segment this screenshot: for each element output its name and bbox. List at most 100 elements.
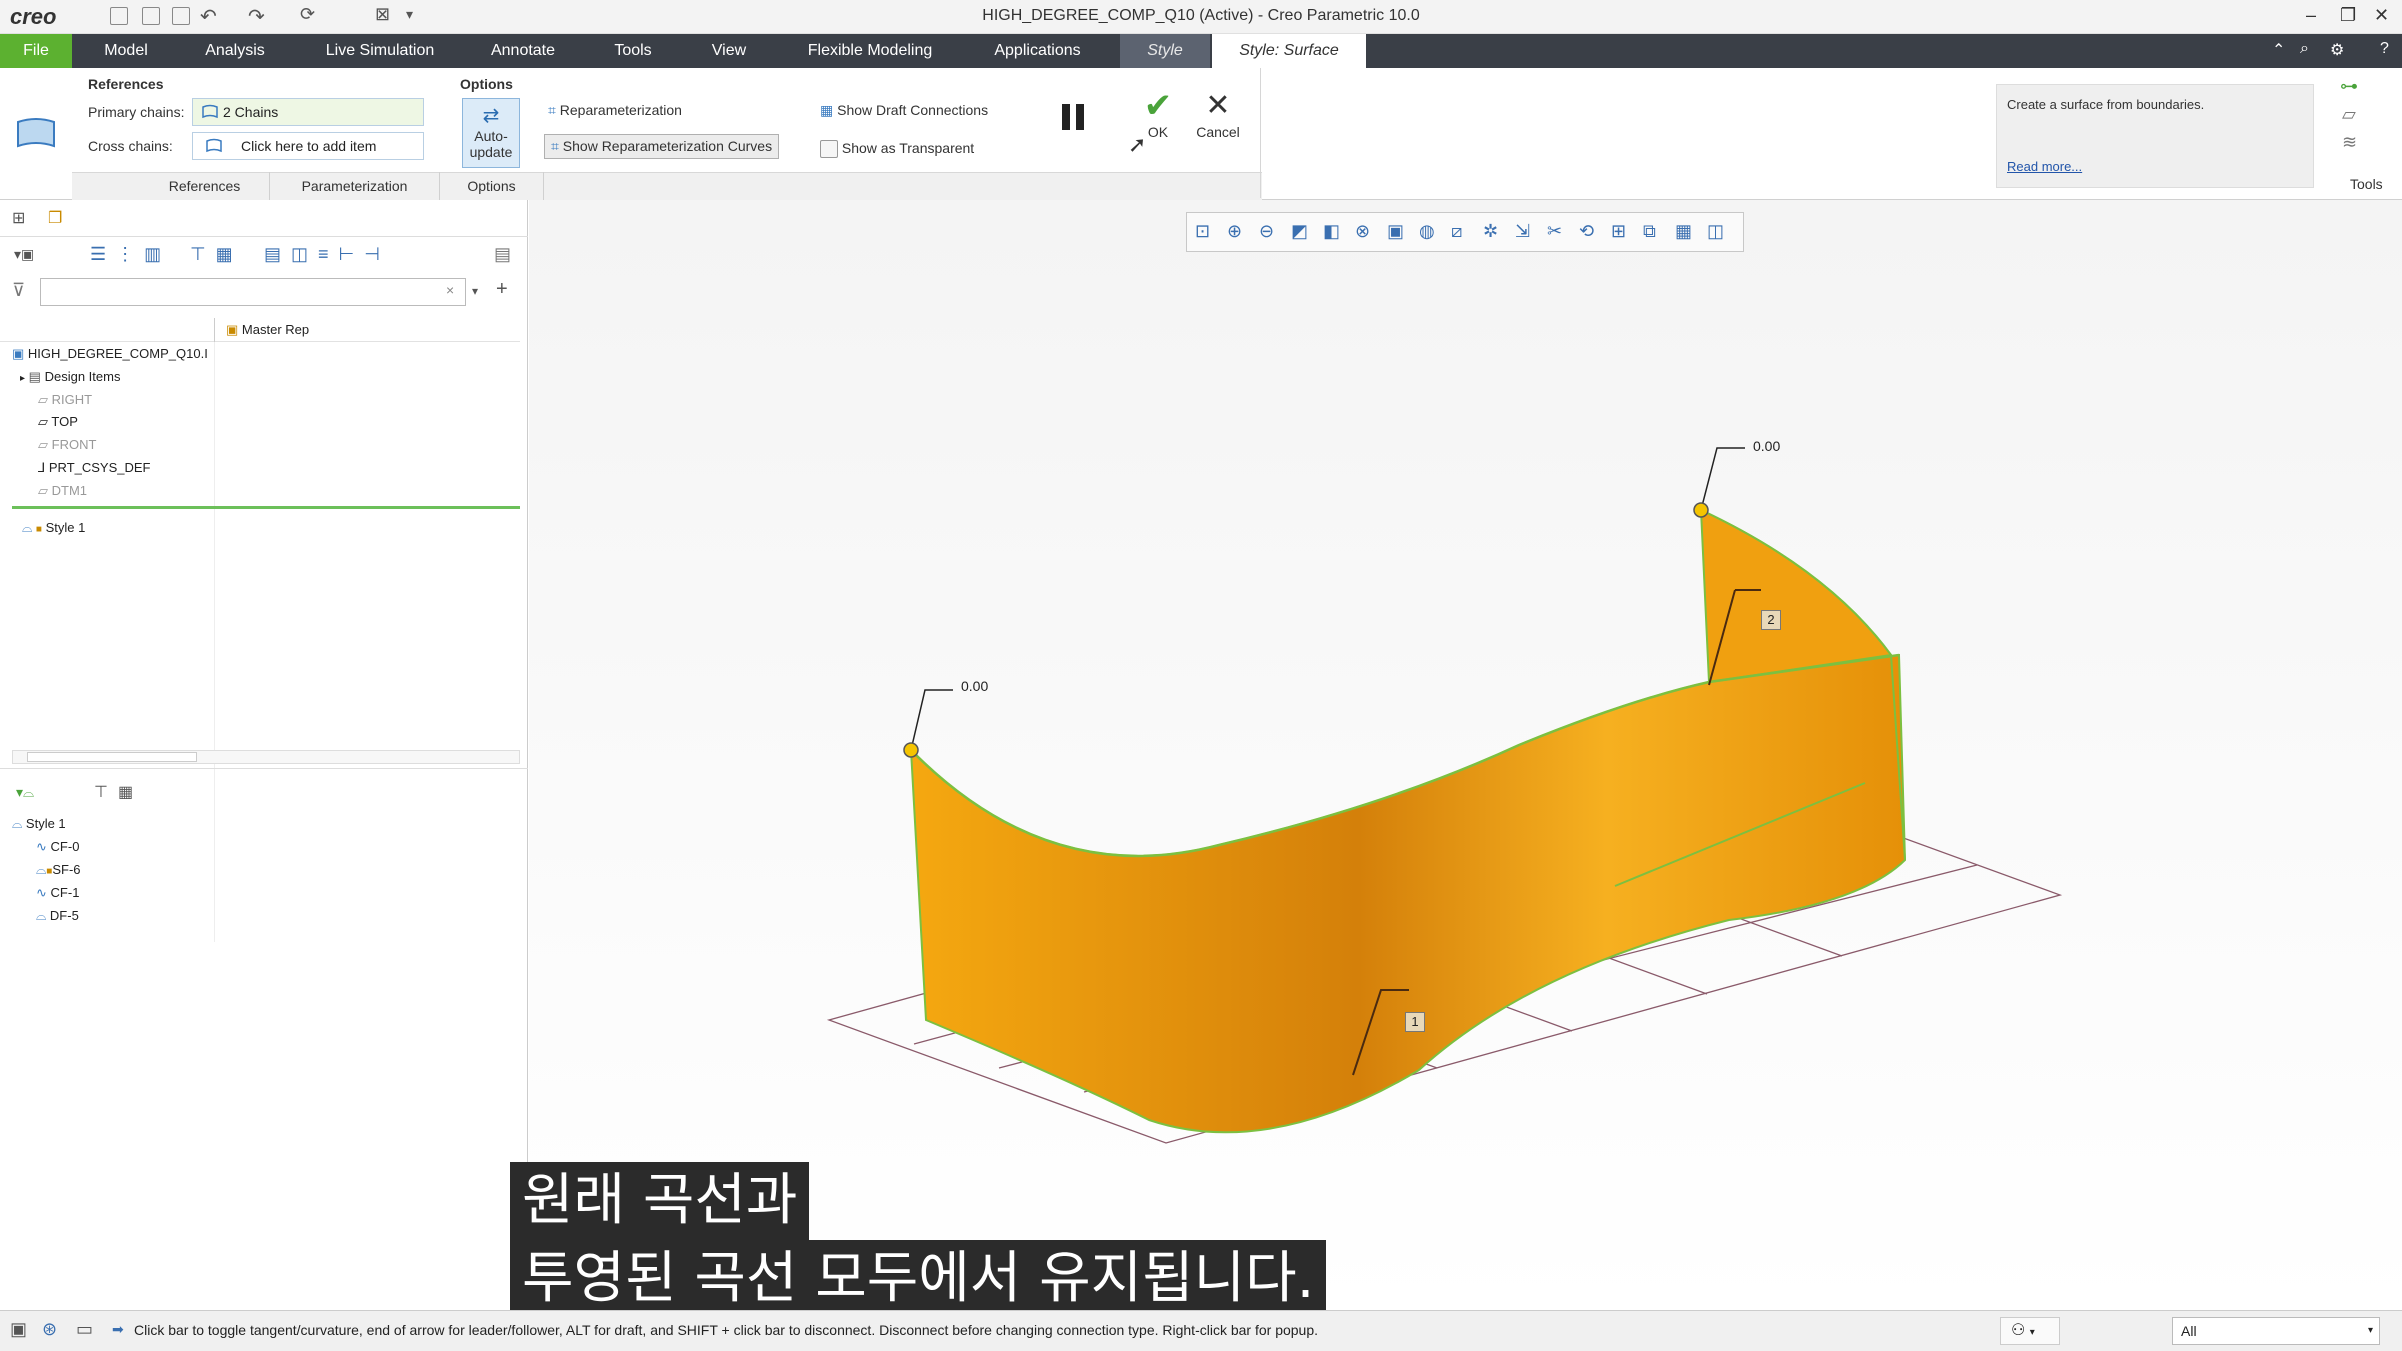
endpoint-handle[interactable]: [903, 742, 919, 758]
tab-tools[interactable]: Tools: [598, 34, 668, 68]
dimension-left[interactable]: 0.00: [961, 678, 988, 694]
tab-style-surface[interactable]: Style: Surface: [1212, 34, 1366, 68]
show-transparent-button[interactable]: Show as Transparent: [820, 140, 974, 159]
tab-live-simulation[interactable]: Live Simulation: [310, 34, 450, 68]
tool-icon-3[interactable]: ≋: [2342, 132, 2357, 153]
scrollbar-thumb[interactable]: [27, 752, 197, 762]
master-rep-column[interactable]: ▣ Master Rep: [226, 322, 309, 338]
tree-item-right[interactable]: ▱ RIGHT: [38, 392, 92, 408]
datum-display-icon[interactable]: ✲: [1483, 221, 1505, 243]
browser-icon[interactable]: ▭: [76, 1319, 93, 1340]
pause-button[interactable]: [1040, 90, 1100, 150]
orient-icon[interactable]: ◫: [1707, 221, 1729, 243]
options-heading: Options: [460, 76, 513, 92]
tab-view[interactable]: View: [694, 34, 764, 68]
horizontal-scrollbar[interactable]: [12, 750, 520, 764]
filter-select[interactable]: All ▾: [2172, 1317, 2380, 1345]
tool-icon-1[interactable]: ⊶: [2340, 76, 2358, 97]
display-style-icon[interactable]: ◧: [1323, 221, 1345, 243]
reparameterization-button[interactable]: ⌗ Reparameterization: [548, 102, 682, 119]
surface-back-wall[interactable]: [1699, 508, 1893, 684]
style-tree-item-cf0[interactable]: ∿ CF-0: [36, 839, 79, 855]
endpoint-handle[interactable]: [1693, 502, 1709, 518]
tab-annotate[interactable]: Annotate: [478, 34, 568, 68]
tab-flexible-modeling[interactable]: Flexible Modeling: [790, 34, 950, 68]
footer-tab-references[interactable]: References: [140, 172, 270, 200]
tree-item-front[interactable]: ▱ FRONT: [38, 437, 96, 453]
grid-icon[interactable]: ⊞: [1611, 221, 1633, 243]
perspective-icon[interactable]: ◍: [1419, 221, 1441, 243]
spin-center-icon[interactable]: ⟲: [1579, 221, 1601, 243]
graphics-window[interactable]: 0.00 0.00 2 1: [529, 200, 2402, 1310]
style-tree-item-df5[interactable]: ⌓ DF-5: [36, 908, 79, 924]
expand-icon[interactable]: ▸: [20, 373, 25, 384]
selection-filter-button[interactable]: ⚇ ▾: [2000, 1317, 2060, 1345]
navigator-icon[interactable]: ⊛: [42, 1319, 57, 1340]
tree-item-style1[interactable]: ⌓ ■ Style 1: [22, 520, 85, 536]
help-icon[interactable]: ?: [2380, 40, 2389, 58]
model-viewport[interactable]: [529, 200, 2402, 1310]
cancel-button[interactable]: ✕ Cancel: [1190, 88, 1246, 140]
zoom-out-icon[interactable]: ⊖: [1259, 221, 1281, 243]
read-more-link[interactable]: Read more...: [2007, 159, 2082, 174]
tree-filter-icons[interactable]: ⊤▦: [190, 244, 243, 265]
status-toggle-icon[interactable]: ▣: [10, 1319, 27, 1340]
tree-settings-icon[interactable]: ▾▣: [14, 246, 34, 263]
tree-search-input[interactable]: [40, 278, 466, 306]
connection-tag-1[interactable]: 1: [1405, 1012, 1425, 1032]
tree-item-top[interactable]: ▱ TOP: [38, 414, 78, 430]
transparent-checkbox[interactable]: [820, 140, 838, 159]
style-tree-filter-icons[interactable]: ⊤▦: [94, 782, 143, 802]
tab-style[interactable]: Style: [1120, 34, 1210, 68]
style-tree-icon[interactable]: ▾⌓: [16, 784, 34, 801]
model-tree-tab-icon[interactable]: ⊞: [12, 208, 25, 228]
view-manager-icon[interactable]: ▣: [1387, 221, 1409, 243]
dropdown-icon: ▾: [2029, 1327, 2035, 1338]
minimize-icon[interactable]: –: [2306, 5, 2316, 26]
tree-view-icons[interactable]: ▤◫≡⊢⊣: [264, 244, 390, 265]
search-dropdown-icon[interactable]: ▾: [472, 284, 478, 298]
tab-model[interactable]: Model: [86, 34, 166, 68]
tab-applications[interactable]: Applications: [975, 34, 1100, 68]
tool-icon-2[interactable]: ▱: [2342, 104, 2356, 125]
tree-display-icons[interactable]: ☰⋮▥: [90, 244, 171, 265]
saved-views-icon[interactable]: ⊗: [1355, 221, 1377, 243]
active-plane-icon[interactable]: ⧉: [1643, 221, 1665, 243]
folder-browser-tab-icon[interactable]: ❐: [48, 208, 62, 228]
section-icon[interactable]: ⧄: [1451, 221, 1473, 243]
show-draft-connections-button[interactable]: ▦ Show Draft Connections: [820, 102, 988, 119]
insert-here-marker[interactable]: [12, 506, 520, 509]
show-reparameterization-curves-button[interactable]: ⌗ Show Reparameterization Curves: [544, 134, 780, 159]
cross-chains-field[interactable]: Click here to add item: [192, 132, 424, 160]
style-tree-item-cf1[interactable]: ∿ CF-1: [36, 885, 79, 901]
curve-display-icon[interactable]: ✂: [1547, 221, 1569, 243]
tree-item-design-items[interactable]: ▸ ▤ Design Items: [20, 369, 120, 385]
search-icon[interactable]: ⌕: [2300, 40, 2309, 58]
primary-chains-field[interactable]: 2 Chains: [192, 98, 424, 126]
tab-analysis[interactable]: Analysis: [190, 34, 280, 68]
refit-icon[interactable]: ⊡: [1195, 221, 1217, 243]
tree-item-dtm1[interactable]: ▱ DTM1: [38, 483, 87, 499]
zoom-in-icon[interactable]: ⊕: [1227, 221, 1249, 243]
add-column-icon[interactable]: +: [496, 278, 508, 301]
footer-tab-parameterization[interactable]: Parameterization: [270, 172, 440, 200]
annotation-display-icon[interactable]: ⇲: [1515, 221, 1537, 243]
tree-item-csys[interactable]: ⅃ PRT_CSYS_DEF: [38, 460, 151, 476]
tree-notes-icon[interactable]: ▤: [494, 244, 511, 265]
clear-search-icon[interactable]: ×: [446, 282, 454, 298]
style-tree-item-sf6[interactable]: ⌓■SF-6: [36, 862, 81, 878]
restore-icon[interactable]: ❐: [2340, 5, 2356, 26]
settings-icon[interactable]: ⚙: [2330, 40, 2344, 60]
close-icon[interactable]: ✕: [2374, 5, 2389, 26]
tree-root[interactable]: ▣ HIGH_DEGREE_COMP_Q10.I: [12, 346, 208, 362]
footer-tab-options[interactable]: Options: [440, 172, 544, 200]
connection-tag-2[interactable]: 2: [1761, 610, 1781, 630]
auto-update-button[interactable]: ⇄ Auto- update: [462, 98, 520, 168]
quad-view-icon[interactable]: ▦: [1675, 221, 1697, 243]
tab-file[interactable]: File: [0, 34, 72, 68]
dimension-right[interactable]: 0.00: [1753, 438, 1780, 454]
surface-front[interactable]: [909, 653, 1907, 1134]
style-tree-root[interactable]: ⌓ Style 1: [12, 816, 66, 832]
repaint-icon[interactable]: ◩: [1291, 221, 1313, 243]
minimize-ribbon-icon[interactable]: ⌃: [2272, 40, 2285, 60]
